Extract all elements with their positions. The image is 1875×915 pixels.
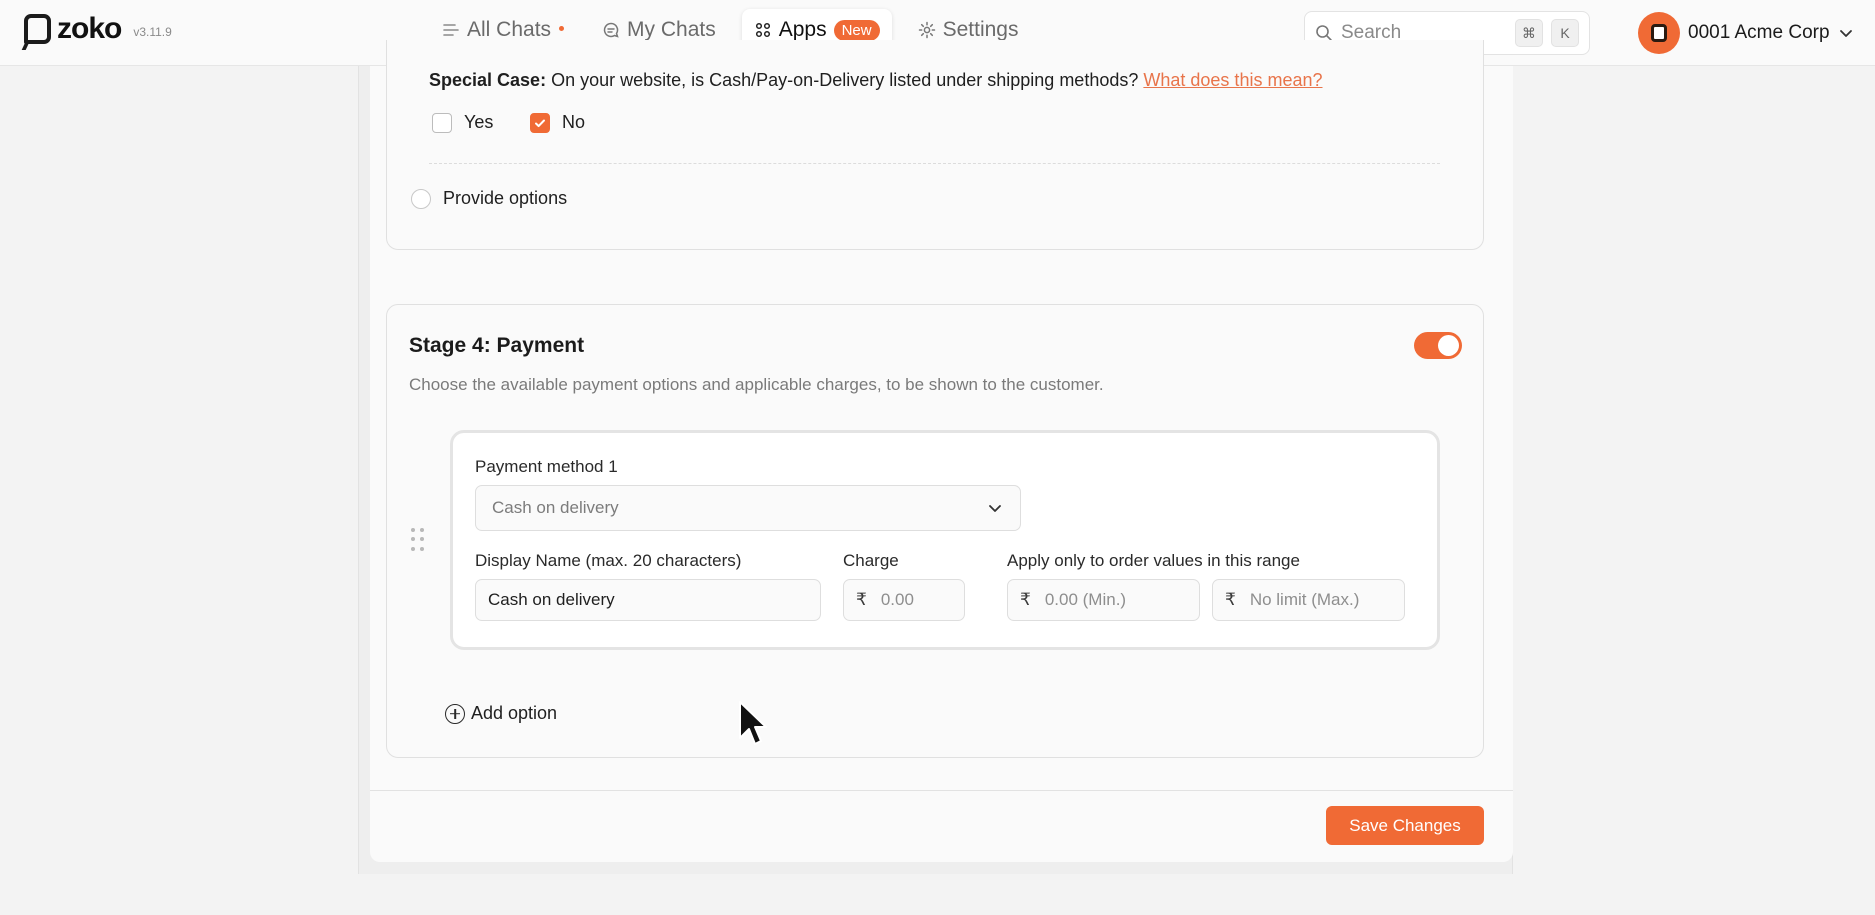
app-logo[interactable]: zoko v3.11.9	[24, 12, 172, 46]
no-label: No	[562, 112, 586, 132]
min-order-value-field[interactable]: ₹ 0.00 (Min.)	[1007, 579, 1200, 621]
app-name: zoko	[57, 12, 122, 45]
account-name: 0001 Acme Corp	[1688, 22, 1830, 43]
add-option-label: Add option	[471, 703, 558, 723]
display-name-label: Display Name (max. 20 characters)	[475, 551, 742, 570]
gear-icon	[918, 21, 935, 39]
shortcut-k-key: K	[1551, 19, 1579, 47]
footer-divider	[370, 790, 1513, 791]
nav-settings-label: Settings	[942, 18, 1019, 41]
nav-my-chats-label: My Chats	[627, 18, 716, 41]
avatar-logo-icon	[1651, 24, 1667, 42]
yes-checkbox[interactable]	[432, 112, 452, 133]
plus-circle-icon	[445, 703, 465, 724]
no-checkbox[interactable]	[530, 112, 550, 133]
min-order-placeholder: 0.00 (Min.)	[1044, 590, 1127, 609]
max-order-value-field[interactable]: ₹ No limit (Max.)	[1212, 579, 1405, 621]
unread-dot	[559, 25, 565, 31]
avatar	[1638, 12, 1680, 54]
new-badge: New	[833, 19, 880, 41]
grid-icon	[755, 22, 770, 38]
toggle-knob	[1438, 335, 1459, 356]
logo-mark-icon	[24, 14, 51, 44]
check-icon	[535, 119, 545, 127]
display-name-value: Cash on delivery	[488, 590, 615, 609]
rupee-icon: ₹	[856, 590, 867, 609]
payment-stage-description: Choose the available payment options and…	[409, 375, 1104, 394]
payment-stage-title: Stage 4: Payment	[409, 334, 585, 357]
payment-method-label: Payment method 1	[475, 457, 618, 476]
provide-options-label: Provide options	[443, 188, 568, 208]
nav-apps-label: Apps	[778, 18, 827, 41]
charge-label: Charge	[843, 551, 899, 570]
special-case-question: Special Case: On your website, is Cash/P…	[429, 70, 1323, 91]
special-case-text: On your website, is Cash/Pay-on-Delivery…	[551, 70, 1139, 90]
yes-option[interactable]: Yes	[432, 112, 493, 133]
display-name-field[interactable]: Cash on delivery	[475, 579, 821, 621]
max-order-placeholder: No limit (Max.)	[1249, 590, 1360, 609]
what-does-this-mean-link[interactable]: What does this mean?	[1143, 70, 1322, 90]
divider	[429, 163, 1440, 164]
chevron-down-icon	[989, 505, 1001, 512]
mouse-cursor-icon	[739, 701, 767, 745]
provide-options-option[interactable]: Provide options	[411, 188, 567, 209]
chat-bubble-icon	[603, 22, 619, 38]
no-option[interactable]: No	[530, 112, 585, 133]
provide-options-radio[interactable]	[411, 188, 431, 209]
rupee-icon: ₹	[1225, 590, 1236, 609]
save-changes-button[interactable]: Save Changes	[1326, 806, 1484, 845]
payment-method-selected: Cash on delivery	[492, 498, 619, 517]
add-option-button[interactable]: Add option	[445, 703, 557, 724]
charge-field[interactable]: ₹ 0.00	[843, 579, 965, 621]
account-switcher[interactable]: 0001 Acme Corp	[1638, 12, 1854, 54]
list-icon	[443, 24, 459, 36]
drag-handle-icon[interactable]	[411, 528, 425, 552]
payment-stage-toggle[interactable]	[1414, 332, 1462, 359]
special-case-label: Special Case:	[429, 70, 547, 90]
order-range-label: Apply only to order values in this range	[1007, 551, 1300, 570]
app-version: v3.11.9	[133, 25, 172, 39]
payment-method-select[interactable]: Cash on delivery	[475, 485, 1021, 531]
chevron-down-icon	[1839, 30, 1852, 37]
shortcut-cmd-key: ⌘	[1515, 19, 1543, 47]
yes-label: Yes	[464, 112, 494, 132]
charge-placeholder: 0.00	[880, 590, 914, 609]
nav-all-chats-label: All Chats	[467, 18, 552, 41]
rupee-icon: ₹	[1020, 590, 1031, 609]
